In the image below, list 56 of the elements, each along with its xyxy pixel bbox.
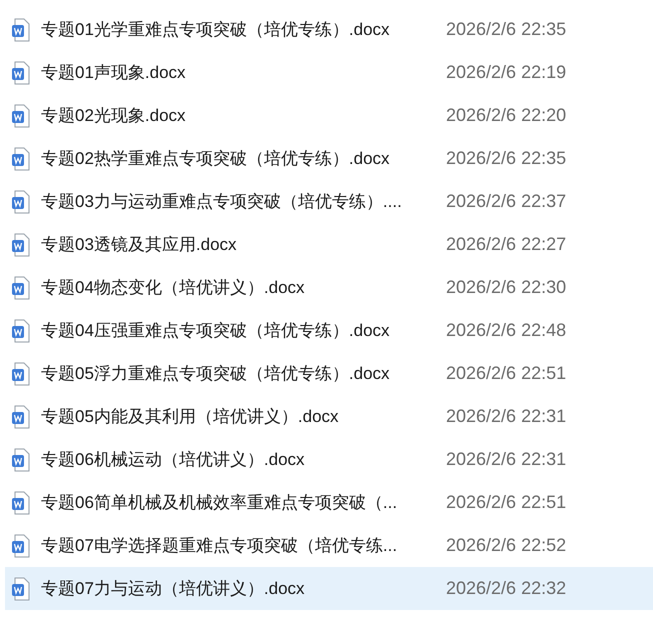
file-row[interactable]: 专题05内能及其利用（培优讲义）.docx 2026/2/6 22:31 bbox=[5, 395, 653, 438]
word-document-icon bbox=[11, 362, 31, 386]
modified-date: 2026/2/6 22:32 bbox=[446, 577, 566, 600]
file-row[interactable]: 专题02光现象.docx 2026/2/6 22:20 bbox=[5, 94, 653, 137]
file-name: 专题02光现象.docx bbox=[41, 104, 187, 127]
file-name: 专题01声现象.docx bbox=[41, 62, 187, 84]
word-document-icon bbox=[11, 18, 31, 42]
file-row[interactable]: 专题07电学选择题重难点专项突破（培优专练... 2026/2/6 22:52 bbox=[5, 524, 653, 567]
modified-date: 2026/2/6 22:19 bbox=[446, 61, 566, 84]
file-name: 专题01光学重难点专项突破（培优专练）.docx bbox=[41, 18, 391, 41]
file-name: 专题06简单机械及机械效率重难点专项突破（... bbox=[41, 492, 398, 514]
word-document-icon bbox=[11, 448, 31, 472]
word-document-icon bbox=[11, 534, 31, 558]
file-row[interactable]: 专题01光学重难点专项突破（培优专练）.docx 2026/2/6 22:35 bbox=[5, 8, 653, 51]
modified-date: 2026/2/6 22:30 bbox=[446, 276, 566, 299]
word-document-icon bbox=[11, 104, 31, 128]
file-row[interactable]: 专题03透镜及其应用.docx 2026/2/6 22:27 bbox=[5, 223, 653, 266]
file-name: 专题03力与运动重难点专项突破（培优专练）.... bbox=[41, 190, 403, 213]
modified-date: 2026/2/6 22:52 bbox=[446, 534, 566, 557]
file-row[interactable]: 专题04压强重难点专项突破（培优专练）.docx 2026/2/6 22:48 bbox=[5, 309, 653, 352]
file-row[interactable]: 专题06机械运动（培优讲义）.docx 2026/2/6 22:31 bbox=[5, 438, 653, 481]
file-name: 专题02热学重难点专项突破（培优专练）.docx bbox=[41, 148, 391, 170]
modified-date: 2026/2/6 22:35 bbox=[446, 18, 566, 41]
file-name: 专题06机械运动（培优讲义）.docx bbox=[41, 448, 306, 471]
file-name: 专题03透镜及其应用.docx bbox=[41, 234, 238, 256]
file-row[interactable]: 专题02热学重难点专项突破（培优专练）.docx 2026/2/6 22:35 bbox=[5, 137, 653, 180]
file-row[interactable]: 专题07力与运动（培优讲义）.docx 2026/2/6 22:32 bbox=[5, 567, 653, 610]
file-row[interactable]: 专题03力与运动重难点专项突破（培优专练）.... 2026/2/6 22:37 bbox=[5, 180, 653, 223]
word-document-icon bbox=[11, 490, 31, 514]
file-name: 专题04压强重难点专项突破（培优专练）.docx bbox=[41, 320, 391, 342]
word-document-icon bbox=[11, 190, 31, 214]
modified-date: 2026/2/6 22:48 bbox=[446, 319, 566, 342]
word-document-icon bbox=[11, 404, 31, 428]
word-document-icon bbox=[11, 146, 31, 170]
modified-date: 2026/2/6 22:31 bbox=[446, 405, 566, 428]
word-document-icon bbox=[11, 576, 31, 600]
file-name: 专题07电学选择题重难点专项突破（培优专练... bbox=[41, 534, 398, 557]
file-row[interactable]: 专题04物态变化（培优讲义）.docx 2026/2/6 22:30 bbox=[5, 266, 653, 309]
word-document-icon bbox=[11, 60, 31, 84]
file-row[interactable]: 专题06简单机械及机械效率重难点专项突破（... 2026/2/6 22:51 bbox=[5, 481, 653, 524]
modified-date: 2026/2/6 22:37 bbox=[446, 190, 566, 213]
modified-date: 2026/2/6 22:51 bbox=[446, 362, 566, 385]
word-document-icon bbox=[11, 276, 31, 300]
file-name: 专题04物态变化（培优讲义）.docx bbox=[41, 276, 306, 299]
file-name: 专题07力与运动（培优讲义）.docx bbox=[41, 578, 306, 600]
file-row[interactable]: 专题05浮力重难点专项突破（培优专练）.docx 2026/2/6 22:51 bbox=[5, 352, 653, 395]
file-row[interactable]: 专题01声现象.docx 2026/2/6 22:19 bbox=[5, 51, 653, 94]
modified-date: 2026/2/6 22:20 bbox=[446, 104, 566, 127]
word-document-icon bbox=[11, 232, 31, 256]
modified-date: 2026/2/6 22:35 bbox=[446, 147, 566, 170]
modified-date: 2026/2/6 22:31 bbox=[446, 448, 566, 471]
modified-date: 2026/2/6 22:51 bbox=[446, 491, 566, 514]
file-name: 专题05浮力重难点专项突破（培优专练）.docx bbox=[41, 362, 391, 385]
modified-date: 2026/2/6 22:27 bbox=[446, 233, 566, 256]
word-document-icon bbox=[11, 318, 31, 342]
file-name: 专题05内能及其利用（培优讲义）.docx bbox=[41, 406, 340, 428]
